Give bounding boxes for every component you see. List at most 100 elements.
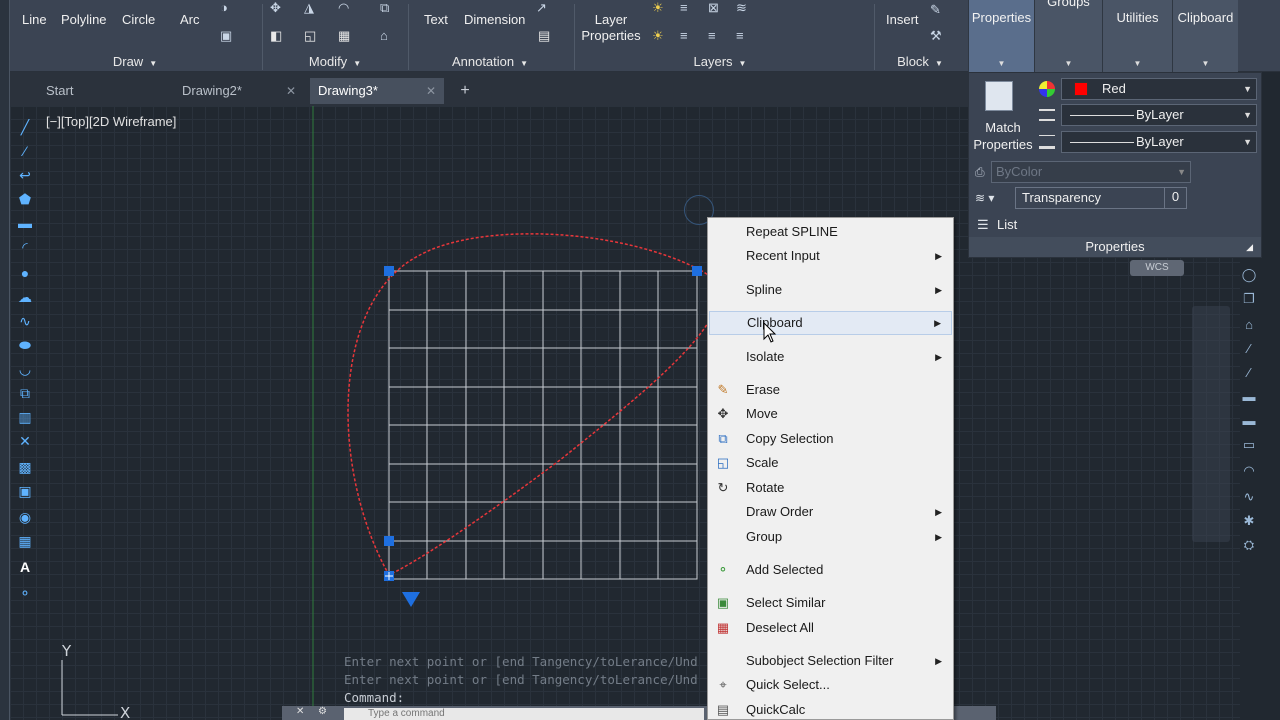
menu-item-label: Deselect All [746,620,814,635]
move-icon[interactable]: ⌂ [1238,314,1260,336]
lineweight-icon [1039,135,1055,149]
copy-icon: ⧉ [718,431,728,446]
insert-block-icon[interactable]: ⧉ [16,384,34,402]
transparency-field[interactable]: Transparency 0 [1015,187,1187,209]
deselect-icon: ▦ [716,620,730,635]
menu-item-label: Spline [746,282,783,297]
calculator-icon: ▤ [716,702,730,717]
copy-icon[interactable]: ❐ [1238,288,1260,310]
mouse-pointer-icon [763,322,777,343]
linetype-select[interactable]: ByLayer ▼ [1061,104,1257,126]
orbit-icon[interactable]: ◯ [1238,264,1260,286]
chevron-down-icon: ▼ [1243,137,1252,147]
revcloud-icon[interactable]: ☁ [16,288,34,306]
region-icon[interactable]: ◉ [16,508,34,526]
circle-icon[interactable]: ● [16,264,34,282]
wrench-icon[interactable]: ⚙ [318,706,327,717]
menu-item-select-similar[interactable]: ▣ Select Similar [709,591,952,615]
construction-line-icon[interactable]: ⁄ [16,142,34,160]
menu-item-draw-order[interactable]: Draw Order ▶ [709,500,952,524]
menu-item-subobject-selection-filter[interactable]: Subobject Selection Filter ▶ [709,649,952,673]
menu-item-add-selected[interactable]: ⚬ Add Selected [709,558,952,582]
table-tool-icon[interactable]: ▦ [16,532,34,550]
color-select[interactable]: Red ▼ [1061,78,1257,100]
menu-item-deselect-all[interactable]: ▦ Deselect All [709,616,952,640]
transparency-value[interactable]: 0 [1164,187,1186,209]
chevron-down-icon: ▼ [1243,110,1252,120]
menu-item-label: Move [746,406,778,421]
properties-panel-title-label: Properties [1085,239,1145,254]
menu-item-label: Recent Input [746,248,820,263]
make-block-icon[interactable]: ▥ [16,408,34,426]
linetype-icon [1039,109,1055,121]
lineweight-select[interactable]: ByLayer ▼ [1061,131,1257,153]
command-input[interactable] [344,708,704,720]
grip-top-left [384,266,394,276]
ellipse-arc-icon[interactable]: ◡ [16,360,34,378]
menu-item-erase[interactable]: ✎ Erase [709,378,952,402]
fillet-tool-icon[interactable]: ◠ [1238,460,1260,482]
hatch-tool-icon[interactable]: ▩ [16,458,34,476]
menu-item-move[interactable]: ✥ Move [709,402,952,426]
add-selected-tool-icon[interactable]: ⚬ [16,584,34,602]
submenu-arrow-icon: ▶ [935,507,942,517]
menu-item-label: Draw Order [746,504,814,519]
match-properties-icon[interactable] [985,81,1013,111]
plot-style-select: ByColor ▼ [991,161,1191,183]
transparency-label: Transparency [1022,190,1101,205]
submenu-arrow-icon: ▶ [935,656,942,666]
break-icon[interactable]: ▬ [1238,386,1260,408]
scale-icon: ◱ [716,455,730,470]
point-icon[interactable]: ✕ [16,432,34,450]
menu-item-quickcalc[interactable]: ▤ QuickCalc [709,698,952,720]
navigation-bar[interactable] [1192,306,1230,542]
menu-item-scale[interactable]: ◱ Scale [709,451,952,475]
menu-item-label: Subobject Selection Filter [746,653,894,668]
polygon-icon[interactable]: ⬟ [16,190,34,208]
blend-icon[interactable]: ∿ [1238,486,1260,508]
lineweight-preview [1070,142,1134,143]
properties-panel-title[interactable]: Properties ◢ [969,237,1261,257]
command-prompt: Command: [344,690,405,705]
arc-icon[interactable]: ◜ [16,238,34,256]
trim-icon[interactable]: ⁄ [1238,338,1260,360]
menu-item-quick-select[interactable]: ⌖ Quick Select... [709,673,952,697]
edit-icon[interactable]: ⛭ [1238,534,1260,556]
menu-item-group[interactable]: Group ▶ [709,525,952,549]
join-icon[interactable]: ▬ [1238,410,1260,432]
menu-item-repeat-spline[interactable]: Repeat SPLINE [709,220,952,244]
gradient-tool-icon[interactable]: ▣ [16,482,34,500]
wcs-menu[interactable]: WCS [1130,260,1184,276]
polyline-icon[interactable]: ↩ [16,166,34,184]
menu-item-label: Repeat SPLINE [746,224,838,239]
menu-item-isolate[interactable]: Isolate ▶ [709,345,952,369]
ellipse-icon[interactable]: ⬬ [16,336,34,354]
panel-dialog-launcher-icon[interactable]: ◢ [1246,237,1253,257]
mtext-icon[interactable]: A [16,558,34,576]
close-icon[interactable]: ✕ [296,706,304,717]
menu-item-recent-input[interactable]: Recent Input ▶ [709,244,952,268]
table-grid [388,270,698,580]
context-menu: Repeat SPLINE Recent Input ▶ Spline ▶ Cl… [707,217,954,720]
menu-item-label: Copy Selection [746,431,834,446]
rectangle-icon[interactable]: ▬ [16,214,34,232]
spline-icon[interactable]: ∿ [16,312,34,330]
menu-item-spline[interactable]: Spline ▶ [709,278,952,302]
menu-item-label: Quick Select... [746,677,830,692]
list-button[interactable]: List [997,217,1017,232]
menu-item-rotate[interactable]: ↻ Rotate [709,476,952,500]
menu-item-copy-selection[interactable]: ⧉ Copy Selection [709,427,952,451]
extend-icon[interactable]: ⁄ [1238,362,1260,384]
match-properties-button[interactable]: Match Properties [971,119,1035,153]
chamfer-icon[interactable]: ▭ [1238,434,1260,456]
menu-item-label: Rotate [746,480,785,495]
menu-item-clipboard[interactable]: Clipboard ▶ [709,311,952,335]
grip-triangle [402,592,420,607]
transparency-icon[interactable]: ≋ ▾ [975,191,1003,207]
line-icon[interactable]: ╱ [16,118,34,136]
submenu-arrow-icon: ▶ [935,532,942,542]
svg-text:X: X [120,704,130,720]
menu-item-label: Select Similar [746,595,826,610]
explode-icon[interactable]: ✱ [1238,510,1260,532]
select-similar-icon: ▣ [716,595,730,610]
